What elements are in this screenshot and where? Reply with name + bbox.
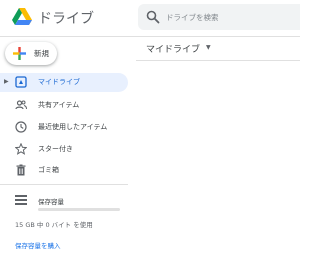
- sidebar-item-label: 共有アイテム: [38, 101, 80, 109]
- header: ドライブ: [0, 0, 300, 37]
- shared-people-icon: [15, 100, 27, 110]
- sidebar-item-trash[interactable]: ゴミ箱: [0, 161, 128, 180]
- buy-storage-link[interactable]: 保存容量を購入: [15, 240, 61, 250]
- sidebar-divider: [0, 184, 128, 185]
- chevron-down-icon[interactable]: ▼: [206, 44, 211, 51]
- storage-usage-text: 15 GB 中 0 バイト を使用: [15, 221, 93, 229]
- page-title[interactable]: マイドライブ: [146, 42, 200, 55]
- google-drive-logo[interactable]: [12, 8, 32, 26]
- new-button[interactable]: 新規: [5, 42, 57, 65]
- star-icon: [15, 143, 27, 155]
- sidebar-item-my-drive[interactable]: ▶ マイドライブ: [0, 73, 128, 92]
- my-drive-icon: [15, 76, 27, 88]
- plus-icon: [13, 47, 26, 60]
- sidebar-item-starred[interactable]: スター付き: [0, 140, 128, 159]
- sidebar-item-recent[interactable]: 最近使用したアイテム: [0, 118, 128, 137]
- new-button-label: 新規: [34, 49, 49, 58]
- trash-icon: [16, 164, 26, 176]
- storage-usage-bar: [38, 208, 120, 211]
- search-box[interactable]: [138, 4, 300, 30]
- sidebar-item-label: マイドライブ: [38, 78, 80, 86]
- sidebar-item-shared[interactable]: 共有アイテム: [0, 96, 128, 115]
- main-divider: [136, 60, 300, 61]
- sidebar-item-label: スター付き: [38, 145, 73, 153]
- sidebar-item-label: 最近使用したアイテム: [38, 123, 108, 131]
- sidebar-item-label: ゴミ箱: [38, 166, 59, 174]
- clock-icon: [15, 121, 27, 133]
- storage-icon: [15, 195, 27, 205]
- storage-title: 保存容量: [38, 198, 64, 206]
- app-title: ドライブ: [38, 11, 94, 27]
- search-input[interactable]: [166, 8, 296, 26]
- search-icon[interactable]: [146, 10, 160, 24]
- expand-caret-icon[interactable]: ▶: [4, 78, 9, 85]
